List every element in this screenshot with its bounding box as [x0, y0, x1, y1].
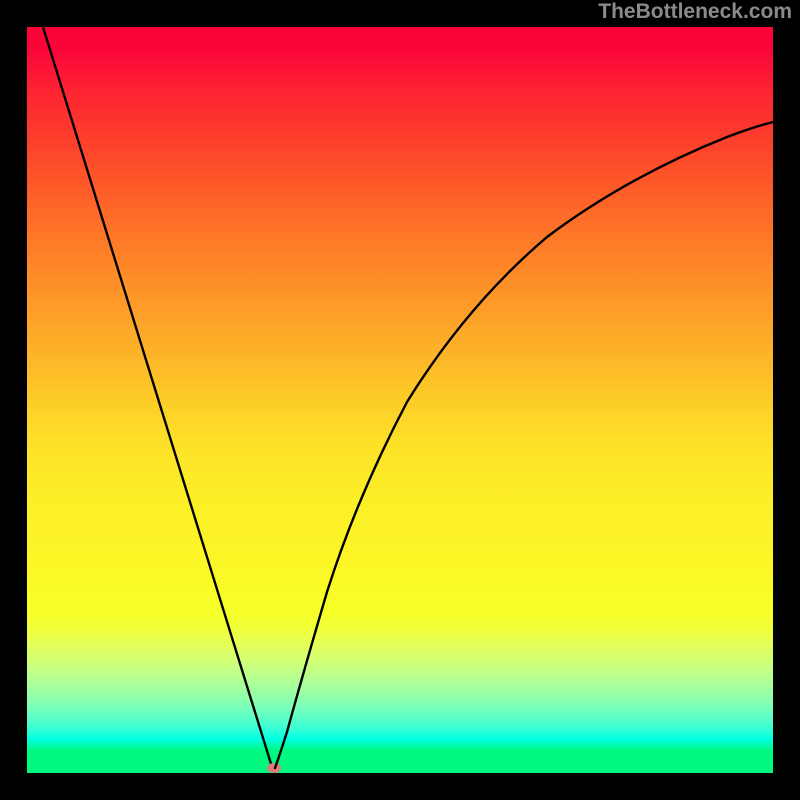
curve-left-branch: [43, 27, 272, 767]
chart-plot-area: [27, 27, 773, 773]
chart-curve: [27, 27, 773, 773]
watermark-text: TheBottleneck.com: [598, 0, 792, 24]
curve-right-branch: [275, 122, 773, 768]
chart-frame: TheBottleneck.com: [0, 0, 800, 800]
